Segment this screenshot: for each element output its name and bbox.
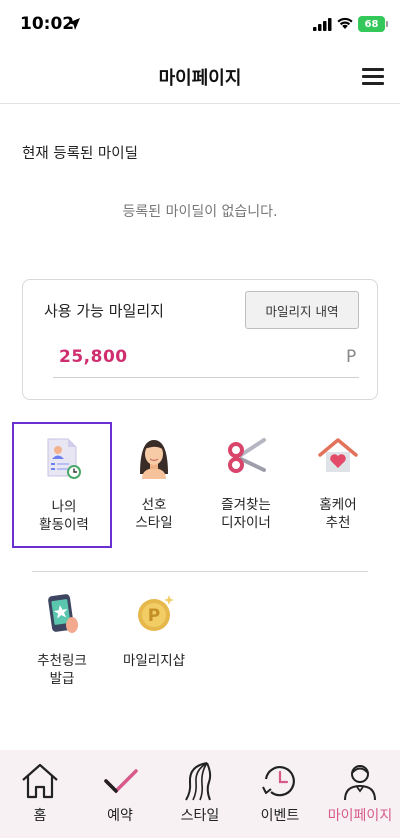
- mileage-underline: [53, 377, 359, 378]
- label-line-2: 추천: [325, 515, 351, 531]
- p-coin-icon: P: [138, 595, 174, 631]
- status-time: 10:02: [20, 14, 75, 34]
- tab-mypage[interactable]: 마이페이지: [320, 750, 400, 838]
- mileage-amount: 25,800: [59, 347, 128, 367]
- label-line-2: 디자이너: [221, 515, 271, 531]
- tab-home[interactable]: 홈: [0, 750, 80, 838]
- mileage-label: 사용 가능 마일리지: [44, 302, 164, 320]
- tab-reservation[interactable]: 예약: [80, 750, 160, 838]
- label-line-1: 마일리지샵: [122, 653, 186, 669]
- menu-mileage-shop[interactable]: P 마일리지샵: [104, 578, 204, 704]
- signal-icon: [313, 18, 332, 31]
- menu-homecare-recommend[interactable]: 홈케어 추천: [288, 422, 388, 548]
- clock-icon: [262, 766, 295, 797]
- menu-mileage-shop-label: 마일리지샵: [104, 652, 204, 670]
- menu-my-activity-label: 나의 활동이력: [14, 498, 114, 534]
- wifi-icon: [337, 17, 353, 29]
- tab-style[interactable]: 스타일: [160, 750, 240, 838]
- page-header: 마이페이지: [0, 50, 400, 104]
- bottom-tab-bar: 홈 예약 스타일 이벤트 마이페이지: [0, 750, 400, 838]
- label-line-2: 발급: [49, 671, 75, 687]
- phone-star-icon: [48, 594, 78, 633]
- status-bar: 10:02 68: [0, 0, 400, 50]
- page-title: 마이페이지: [158, 68, 242, 89]
- label-line-1: 선호: [141, 497, 167, 513]
- menu-grid-divider: [32, 571, 368, 572]
- tab-mypage-label: 마이페이지: [327, 808, 393, 824]
- checkmark-icon: [104, 769, 138, 794]
- battery-indicator: 68: [358, 16, 385, 32]
- label-line-1: 홈케어: [319, 497, 357, 513]
- hamburger-menu-icon[interactable]: [362, 68, 384, 86]
- house-heart-icon: [318, 438, 358, 472]
- mydeal-section-title: 현재 등록된 마이딜: [22, 146, 138, 162]
- menu-referral-link[interactable]: 추천링크 발급: [12, 578, 112, 704]
- label-line-1: 나의: [51, 499, 77, 515]
- menu-homecare-recommend-label: 홈케어 추천: [288, 496, 388, 532]
- tab-home-label: 홈: [33, 808, 47, 824]
- mileage-history-button[interactable]: 마일리지 내역: [245, 291, 359, 329]
- label-line-2: 스타일: [135, 515, 173, 531]
- menu-preferred-style-label: 선호 스타일: [104, 496, 204, 532]
- woman-face-icon: [140, 440, 168, 479]
- menu-my-activity[interactable]: 나의 활동이력: [12, 422, 112, 548]
- hair-style-icon: [185, 762, 212, 801]
- menu-favorite-designer[interactable]: 즐겨찾는 디자이너: [196, 422, 296, 548]
- label-line-1: 추천링크: [37, 653, 87, 669]
- tab-style-label: 스타일: [180, 808, 220, 824]
- battery-cap: [386, 21, 388, 27]
- mydeal-empty-message: 등록된 마이딜이 없습니다.: [122, 204, 278, 220]
- mileage-card: 사용 가능 마일리지 마일리지 내역 25,800 P: [22, 279, 378, 400]
- menu-favorite-designer-label: 즐겨찾는 디자이너: [196, 496, 296, 532]
- location-arrow-icon: [68, 18, 80, 30]
- label-line-1: 즐겨찾는: [221, 497, 271, 513]
- mileage-unit: P: [346, 347, 357, 367]
- menu-referral-link-label: 추천링크 발급: [12, 652, 112, 688]
- person-icon: [344, 765, 376, 801]
- svg-text:P: P: [148, 606, 160, 626]
- tab-event[interactable]: 이벤트: [240, 750, 320, 838]
- tab-reservation-label: 예약: [107, 808, 133, 824]
- tab-event-label: 이벤트: [260, 808, 300, 824]
- home-icon: [22, 763, 58, 799]
- document-clock-icon: [47, 438, 81, 479]
- scissors-icon: [228, 438, 266, 473]
- menu-preferred-style[interactable]: 선호 스타일: [104, 422, 204, 548]
- label-line-2: 활동이력: [39, 517, 89, 533]
